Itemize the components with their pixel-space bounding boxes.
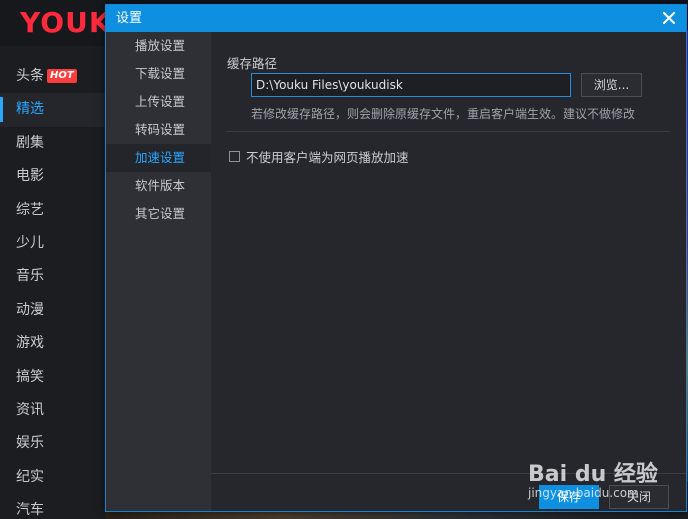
youku-logo: YOUK (0, 0, 106, 46)
web-acceleration-option[interactable]: 不使用客户端为网页播放加速 (229, 147, 409, 166)
nav-item-label: 头条 (16, 68, 44, 84)
nav-item-label: 纪实 (16, 468, 44, 485)
nav-item-label: 娱乐 (16, 435, 44, 452)
nav-item-label: 电影 (16, 168, 44, 185)
nav-item-label: 少儿 (16, 234, 44, 251)
dialog-titlebar[interactable]: 设置 (106, 5, 686, 32)
nav-item-funny[interactable]: 搞笑 (0, 361, 106, 394)
nav-item-label: 游戏 (16, 335, 44, 352)
browse-button[interactable]: 浏览... (581, 73, 642, 97)
hot-badge: HOT (47, 69, 77, 83)
settings-dialog: 设置 播放设置 下载设置 上传设置 转码设置 加速设置 软件版本 其它设置 缓存… (105, 4, 687, 512)
cache-path-input[interactable] (251, 73, 571, 97)
menu-item-acceleration[interactable]: 加速设置 (106, 144, 211, 172)
nav-item-label: 综艺 (16, 201, 44, 218)
web-acceleration-label: 不使用客户端为网页播放加速 (246, 150, 409, 165)
cache-path-title: 缓存路径 (227, 56, 278, 71)
nav-item-variety[interactable]: 综艺 (0, 194, 106, 227)
menu-item-download[interactable]: 下载设置 (106, 60, 211, 88)
nav-item-kids[interactable]: 少儿 (0, 227, 106, 260)
dialog-title: 设置 (116, 11, 143, 26)
nav-item-games[interactable]: 游戏 (0, 327, 106, 360)
menu-item-version[interactable]: 软件版本 (106, 172, 211, 200)
menu-item-transcode[interactable]: 转码设置 (106, 116, 211, 144)
youku-logo-text: YOUK (20, 6, 106, 39)
menu-item-playback[interactable]: 播放设置 (106, 32, 211, 60)
nav-item-label: 动漫 (16, 301, 44, 318)
nav-item-anime[interactable]: 动漫 (0, 294, 106, 327)
nav-item-label: 剧集 (16, 134, 44, 151)
nav-item-music[interactable]: 音乐 (0, 260, 106, 293)
nav-item-label: 音乐 (16, 268, 44, 285)
cache-path-hint: 若修改缓存路径，则会删除原缓存文件，重启客户端生效。建议不做修改 (251, 107, 636, 121)
nav-item-news[interactable]: 资讯 (0, 394, 106, 427)
menu-item-upload[interactable]: 上传设置 (106, 88, 211, 116)
web-acceleration-checkbox[interactable] (229, 151, 240, 162)
section-divider (227, 131, 669, 132)
dialog-close-button[interactable] (658, 7, 680, 29)
nav-item-series[interactable]: 剧集 (0, 127, 106, 160)
baidu-logo: Bai du 经验 (528, 462, 658, 487)
baidu-watermark: Bai du 经验 jingyan.baidu.com (528, 456, 668, 506)
nav-item-label: 汽车 (16, 502, 44, 519)
nav-item-auto[interactable]: 汽车 (0, 494, 106, 519)
nav-item-entertainment[interactable]: 娱乐 (0, 427, 106, 460)
youku-sidebar: YOUK 头条 HOT 精选 剧集 电影 综艺 少儿 音乐 动漫 游戏 搞笑 资讯… (0, 0, 106, 519)
baidu-url: jingyan.baidu.com (528, 486, 639, 500)
nav-item-movies[interactable]: 电影 (0, 160, 106, 193)
nav-item-featured[interactable]: 精选 (0, 93, 106, 127)
nav-item-documentary[interactable]: 纪实 (0, 461, 106, 494)
nav-item-label: 搞笑 (16, 368, 44, 385)
menu-item-other[interactable]: 其它设置 (106, 200, 211, 228)
close-icon (663, 12, 675, 24)
nav-item-label: 资讯 (16, 401, 44, 418)
settings-menu: 播放设置 下载设置 上传设置 转码设置 加速设置 软件版本 其它设置 (106, 32, 211, 511)
nav-item-label: 精选 (16, 101, 44, 118)
nav-item-headlines[interactable]: 头条 HOT (0, 60, 106, 93)
settings-content: 缓存路径 浏览... 若修改缓存路径，则会删除原缓存文件，重启客户端生效。建议不… (211, 32, 686, 511)
youku-nav: 头条 HOT 精选 剧集 电影 综艺 少儿 音乐 动漫 游戏 搞笑 资讯 娱乐 纪… (0, 60, 106, 519)
